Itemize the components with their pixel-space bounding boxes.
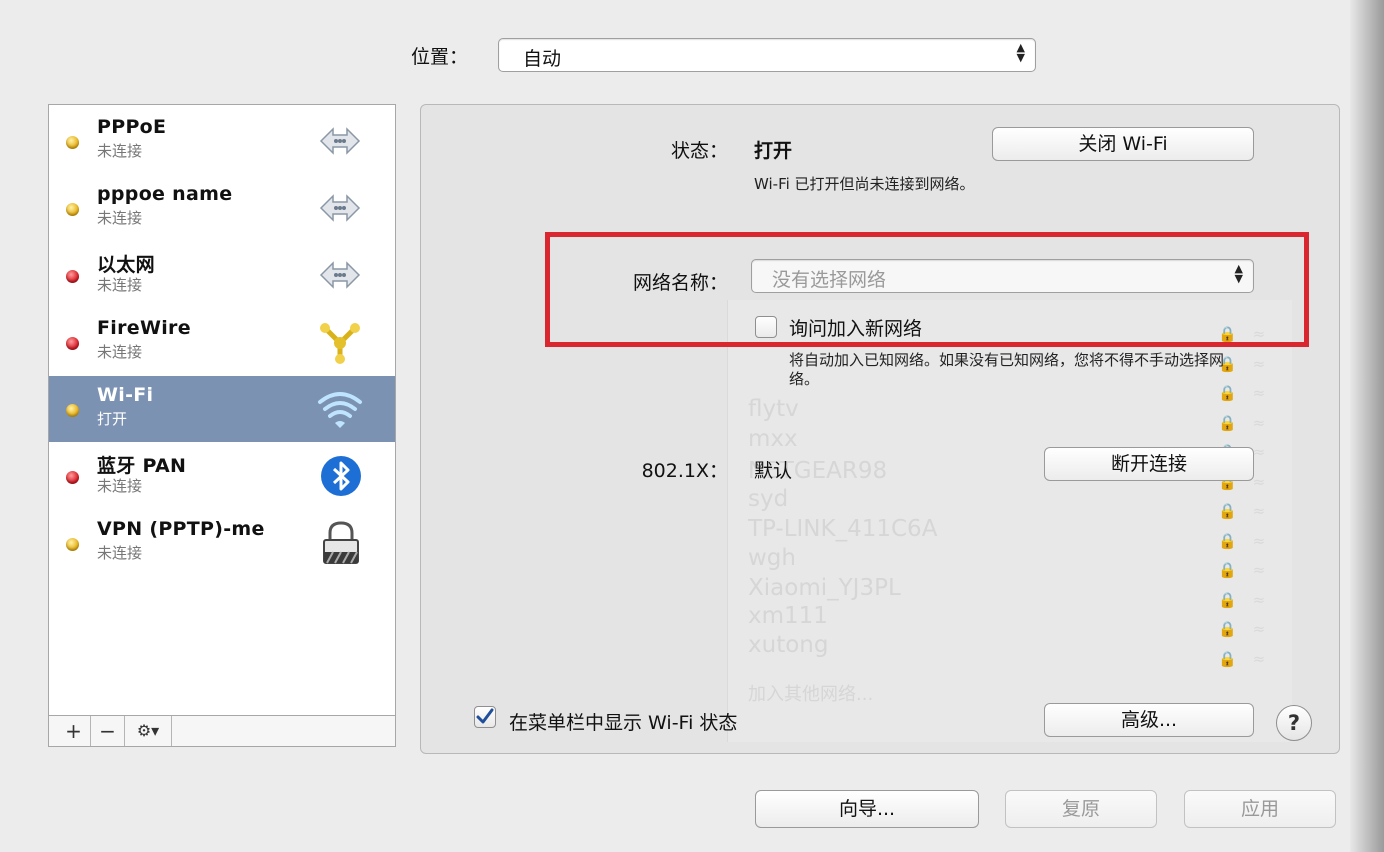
service-status: 未连接 [97, 343, 143, 361]
service-status: 未连接 [97, 276, 143, 294]
status-label: 状态： [670, 140, 728, 162]
show-menu-checkbox[interactable] [474, 706, 496, 728]
service-name: PPPoE [97, 116, 167, 138]
ghost-network: TP-LINK_411C6A [748, 516, 938, 542]
ghost-network: flytv [748, 396, 799, 422]
window-edge-shadow [1350, 0, 1384, 852]
service-item-vpn[interactable]: VPN (PPTP)-me 未连接 [49, 510, 395, 576]
ghost-network: xm111 [748, 603, 828, 629]
service-name: 蓝牙 PAN [97, 455, 187, 477]
service-item-bluetooth-pan[interactable]: 蓝牙 PAN 未连接 [49, 443, 395, 509]
status-dot-icon [66, 404, 79, 417]
service-status: 未连接 [97, 477, 143, 495]
service-status: 打开 [97, 410, 128, 428]
service-name: 以太网 [97, 254, 155, 276]
status-dot-icon [66, 203, 79, 216]
checkmark-icon [476, 708, 494, 724]
ghost-network: mxx [748, 426, 798, 452]
pppoe-arrows-icon [319, 127, 361, 155]
status-note: Wi-Fi 已打开但尚未连接到网络。 [754, 175, 975, 193]
service-name: FireWire [97, 317, 191, 339]
add-service-button[interactable]: + [57, 716, 91, 746]
service-name: pppoe name [97, 183, 233, 205]
ghost-join-other: 加入其他网络... [748, 684, 874, 705]
toggle-wifi-button[interactable]: 关闭 Wi-Fi [992, 127, 1254, 161]
location-value: 自动 [523, 48, 562, 70]
show-menu-label: 在菜单栏中显示 Wi-Fi 状态 [509, 712, 738, 734]
service-name: Wi-Fi [97, 384, 154, 406]
apply-button[interactable]: 应用 [1184, 790, 1336, 828]
help-button[interactable]: ? [1276, 705, 1312, 741]
status-dot-icon [66, 538, 79, 551]
advanced-button[interactable]: 高级... [1044, 703, 1254, 737]
service-item-wifi[interactable]: Wi-Fi 打开 [49, 376, 395, 442]
highlight-annotation-box [545, 232, 1309, 347]
service-item-ethernet[interactable]: 以太网 未连接 [49, 242, 395, 308]
ghost-network: Xiaomi_YJ3PL [748, 575, 901, 601]
status-value: 打开 [754, 140, 793, 162]
dot1x-value: 默认 [754, 460, 793, 482]
ethernet-arrows-icon [319, 261, 361, 289]
disconnect-button[interactable]: 断开连接 [1044, 447, 1254, 481]
service-status: 未连接 [97, 142, 143, 160]
service-status: 未连接 [97, 544, 143, 562]
service-item-pppoe-name[interactable]: pppoe name 未连接 [49, 175, 395, 241]
ask-join-note: 将自动加入已知网络。如果没有已知网络，您将不得不手动选择网络。 [789, 351, 1225, 388]
location-label: 位置： [411, 46, 469, 68]
wifi-icon [318, 392, 362, 428]
service-list: PPPoE 未连接 pppoe name 未连接 以太网 未连接 FireWir… [48, 104, 396, 716]
service-toolbar: + − ⚙▾ [48, 716, 396, 747]
popup-arrows-icon: ▲ ▼ [1016, 41, 1025, 64]
dot1x-label: 802.1X： [641, 460, 728, 482]
lock-icon [323, 521, 359, 564]
service-item-firewire[interactable]: FireWire 未连接 [49, 309, 395, 375]
service-item-pppoe[interactable]: PPPoE 未连接 [49, 108, 395, 174]
location-popup[interactable]: 自动 ▲ ▼ [498, 38, 1036, 72]
pppoe-arrows-icon [319, 194, 361, 222]
status-dot-icon [66, 270, 79, 283]
firewire-icon [320, 323, 360, 364]
revert-button[interactable]: 复原 [1005, 790, 1157, 828]
ghost-network: syd [748, 486, 789, 512]
ghost-network: xutong [748, 632, 829, 658]
service-name: VPN (PPTP)-me [97, 518, 265, 540]
service-status: 未连接 [97, 209, 143, 227]
status-dot-icon [66, 337, 79, 350]
ghost-network: wgh [748, 545, 796, 571]
status-dot-icon [66, 136, 79, 149]
bluetooth-icon [321, 456, 361, 496]
remove-service-button[interactable]: − [91, 716, 125, 746]
gear-menu-button[interactable]: ⚙▾ [125, 716, 172, 746]
status-dot-icon [66, 471, 79, 484]
assistant-button[interactable]: 向导... [755, 790, 979, 828]
